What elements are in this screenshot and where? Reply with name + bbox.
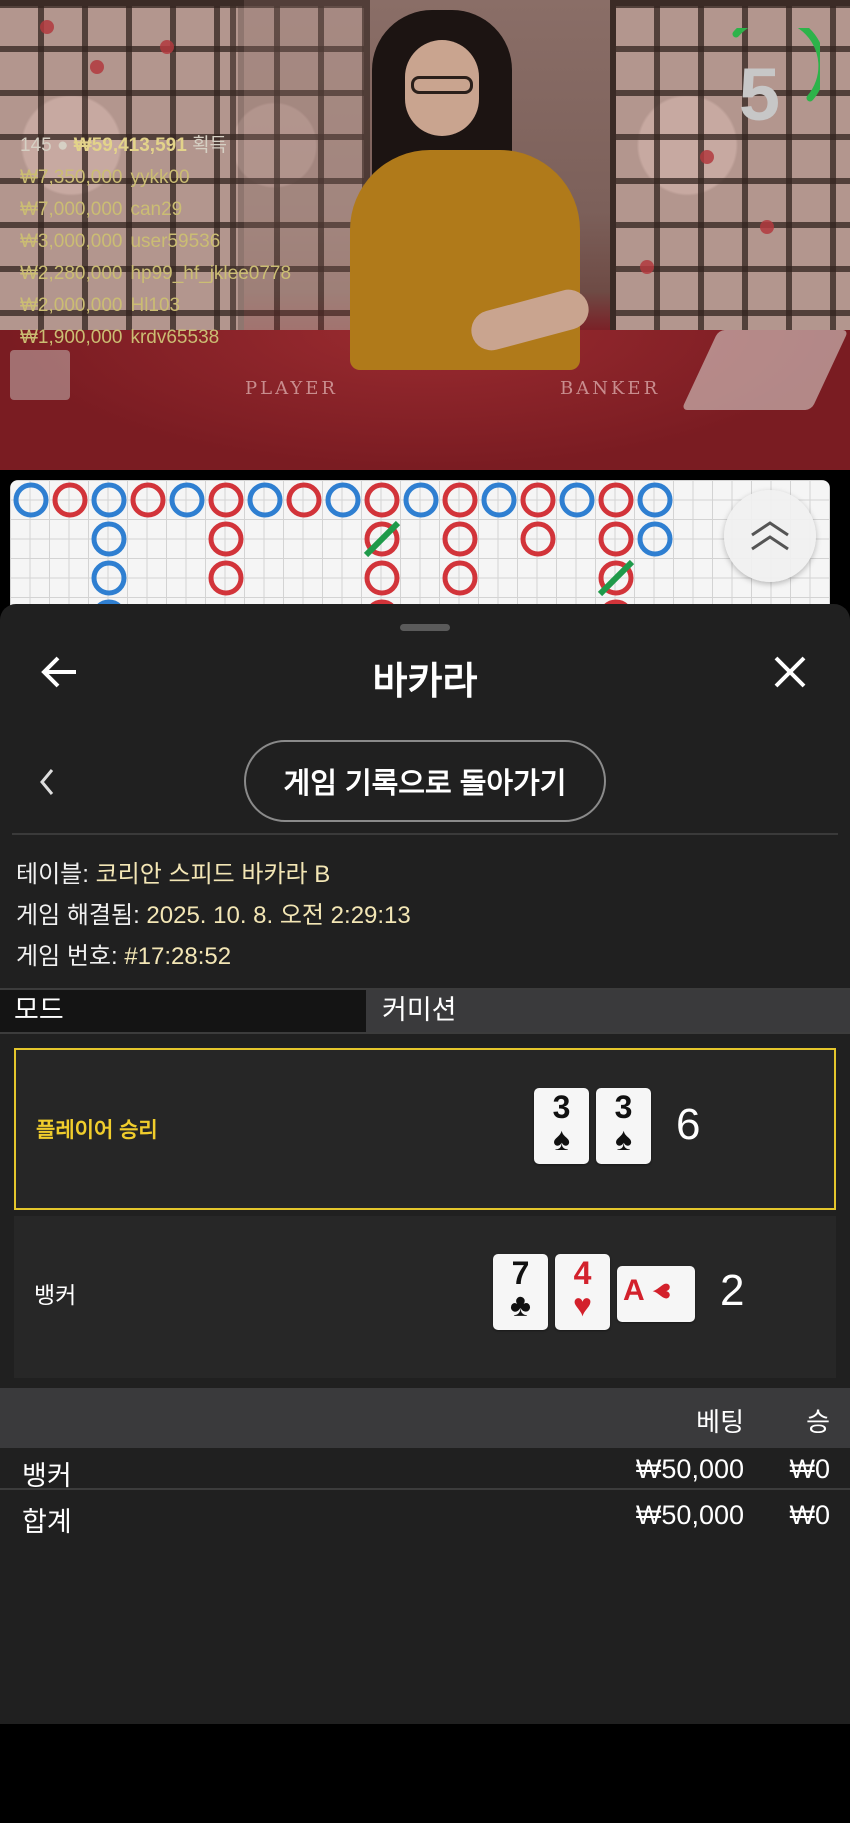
road-mark-banker: [91, 560, 127, 596]
banker-hand: 뱅커 7 ♣ 4 ♥ A ♥ 2: [14, 1216, 836, 1378]
road-mark-player: [130, 482, 166, 518]
playing-card-sideways: A ♥: [617, 1266, 695, 1322]
playing-card: 7 ♣: [493, 1254, 548, 1330]
playing-card: 3 ♠: [596, 1088, 651, 1164]
road-mark-player: [442, 560, 478, 596]
banker-score: 2: [720, 1266, 745, 1315]
winner-row: ₩2,280,000 hp99_hf_jklee0778: [20, 263, 292, 284]
road-mark-player: [364, 560, 400, 596]
bead-road[interactable]: [10, 480, 830, 620]
winners-list: 145 ● ₩59,413,591 획득 ₩7,350,000 yykk00 ₩7,…: [20, 130, 291, 354]
road-mark-player: [208, 521, 244, 557]
road-mark-banker: [325, 482, 361, 518]
felt-player-label: PLAYER: [245, 378, 338, 399]
playing-card: 3 ♠: [534, 1088, 589, 1164]
sheet-title: 바카라: [372, 661, 478, 703]
felt-banker-label: BANKER: [560, 378, 661, 399]
winners-header: 145 ● ₩59,413,591 획득: [20, 135, 228, 156]
player-hand: 플레이어 승리 3 ♠ 3 ♠ 6: [14, 1048, 836, 1210]
meta-table: 테이블: 코리안 스피드 바카라 B: [16, 861, 331, 888]
winner-row: ₩1,900,000 krdv65538: [20, 327, 220, 348]
win-column-header: 승: [806, 1407, 830, 1437]
road-mark-player: [520, 521, 556, 557]
divider: [12, 833, 838, 835]
road-mark-banker: [637, 521, 673, 557]
playing-card: 4 ♥: [555, 1254, 610, 1330]
road-mark-player: [442, 521, 478, 557]
banker-label: 뱅커: [34, 1282, 77, 1308]
mode-label: 모드: [0, 990, 366, 1032]
road-mark-player: [598, 482, 634, 518]
game-detail-sheet: 바카라 게임 기록으로 돌아가기 테이블: 코리안 스피드 바카라 B 게임 해…: [0, 604, 850, 1724]
bet-total-row: 합계 ₩50,000 ₩0: [22, 1500, 830, 1537]
mode-bar: 모드 커미션: [0, 988, 850, 1034]
bet-column-header: 베팅: [696, 1407, 744, 1437]
road-mark-banker: [481, 482, 517, 518]
winner-row: ₩3,000,000 user59536: [20, 231, 221, 252]
road-marks: [13, 482, 673, 620]
back-to-history-button[interactable]: 게임 기록으로 돌아가기: [244, 740, 606, 822]
road-mark-player: [52, 482, 88, 518]
close-icon[interactable]: [768, 650, 812, 694]
road-mark-player: [442, 482, 478, 518]
meta-game-number: 게임 번호: #17:28:52: [16, 943, 232, 970]
road-mark-banker: [91, 521, 127, 557]
road-mark-player: [364, 482, 400, 518]
road-mark-banker: [13, 482, 49, 518]
road-mark-player: [208, 560, 244, 596]
road-mark-player: [598, 521, 634, 557]
commission-label: 커미션: [366, 990, 850, 1032]
road-mark-player: [286, 482, 322, 518]
countdown-number: 5: [738, 53, 780, 136]
road-mark-banker: [91, 482, 127, 518]
player-score: 6: [676, 1100, 701, 1149]
divider: [0, 1488, 850, 1490]
road-mark-player: [208, 482, 244, 518]
winner-row: ₩2,000,000 Hl103: [20, 295, 181, 316]
double-chevron-up-icon: [751, 521, 789, 551]
user-icon: ●: [56, 135, 69, 156]
winner-row: ₩7,350,000 yykk00: [20, 167, 190, 188]
road-mark-banker: [247, 482, 283, 518]
meta-resolved: 게임 해결됨: 2025. 10. 8. 오전 2:29:13: [16, 902, 411, 929]
road-mark-banker: [559, 482, 595, 518]
sheet-grabber[interactable]: [400, 624, 450, 631]
winner-row: ₩7,000,000 can29: [20, 199, 183, 220]
discard-tray: [10, 350, 70, 400]
expand-roadmap-button[interactable]: [724, 490, 816, 582]
chevron-left-icon[interactable]: [36, 766, 58, 798]
road-mark-player: [520, 482, 556, 518]
live-video: PLAYER BANKER 5 145 ● ₩59,413,591 획득 ₩7,…: [0, 0, 850, 470]
road-mark-banker: [169, 482, 205, 518]
bets-header: 베팅 승: [0, 1388, 850, 1448]
road-mark-banker: [637, 482, 673, 518]
road-mark-banker: [403, 482, 439, 518]
player-result-label: 플레이어 승리: [36, 1119, 158, 1142]
